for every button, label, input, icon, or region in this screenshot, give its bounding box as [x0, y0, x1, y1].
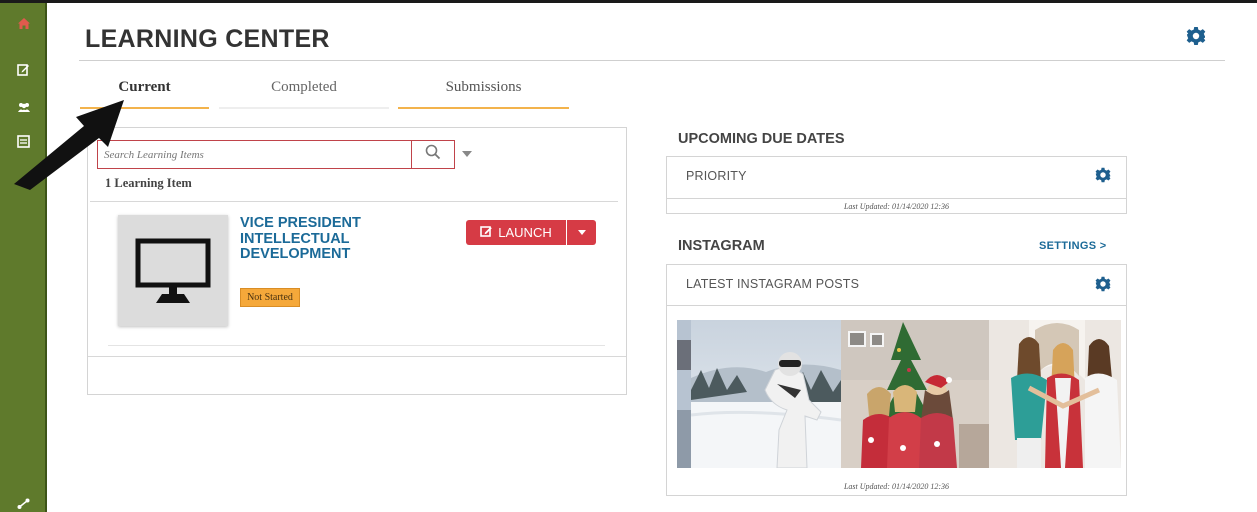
home-icon[interactable] — [0, 17, 47, 33]
last-updated: Last Updated: 01/14/2020 12:36 — [843, 202, 950, 211]
tab-completed-underline — [219, 107, 389, 109]
launch-button[interactable]: LAUNCH — [466, 220, 566, 245]
card-divider — [667, 305, 1126, 306]
search-filter-dropdown[interactable] — [462, 151, 472, 157]
panel-footer-divider — [88, 356, 626, 357]
gear-icon[interactable] — [1186, 26, 1206, 51]
item-divider — [108, 345, 605, 346]
instagram-posts-carousel[interactable] — [677, 320, 1121, 468]
tab-submissions-underline — [398, 107, 569, 109]
instagram-post[interactable] — [691, 320, 841, 468]
search-input[interactable] — [97, 140, 412, 169]
card-divider — [667, 198, 1126, 199]
priority-card-title: PRIORITY — [686, 169, 747, 183]
list-divider — [90, 201, 618, 202]
instagram-post[interactable] — [841, 320, 989, 468]
share-icon[interactable] — [0, 498, 47, 512]
chevron-down-icon — [577, 230, 586, 235]
instagram-settings-link[interactable]: SETTINGS > — [1039, 240, 1107, 252]
edit-icon — [480, 225, 493, 240]
status-badge: Not Started — [240, 288, 300, 307]
instagram-post-prev[interactable] — [677, 320, 691, 468]
instagram-post[interactable] — [989, 320, 1121, 468]
window-top-border — [0, 0, 1257, 3]
tab-submissions[interactable]: Submissions — [398, 79, 569, 96]
upcoming-due-dates-heading: UPCOMING DUE DATES — [678, 131, 845, 147]
launch-options-dropdown[interactable] — [567, 220, 596, 245]
instagram-heading: INSTAGRAM — [678, 238, 765, 254]
left-sidebar — [0, 3, 47, 512]
search-icon — [425, 144, 441, 165]
gear-icon[interactable] — [1095, 276, 1111, 297]
item-thumbnail[interactable] — [118, 215, 228, 326]
edit-icon[interactable] — [0, 63, 47, 81]
launch-label: LAUNCH — [498, 225, 552, 240]
gear-icon[interactable] — [1095, 167, 1111, 188]
tab-completed[interactable]: Completed — [219, 79, 389, 96]
learning-item-title[interactable]: VICE PRESIDENT INTELLECTUAL DEVELOPMENT — [240, 215, 440, 263]
monitor-icon — [135, 238, 211, 309]
annotation-arrow-icon — [0, 90, 130, 195]
search-button[interactable] — [411, 140, 455, 169]
instagram-card-title: LATEST INSTAGRAM POSTS — [686, 277, 860, 291]
instagram-card: LATEST INSTAGRAM POSTS Last Updated: 01/… — [666, 264, 1127, 496]
priority-card: PRIORITY Last Updated: 01/14/2020 12:36 — [666, 156, 1127, 214]
header-divider — [79, 60, 1225, 61]
page-title: LEARNING CENTER — [85, 25, 330, 53]
last-updated: Last Updated: 01/14/2020 12:36 — [843, 482, 950, 491]
